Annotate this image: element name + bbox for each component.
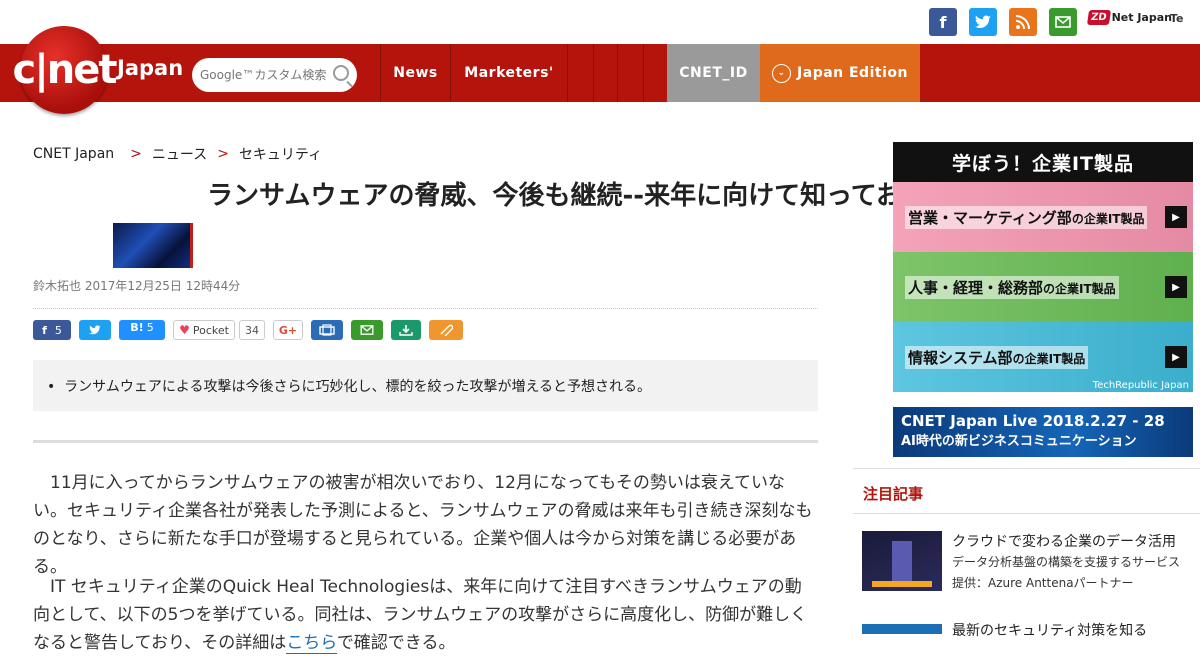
twitter-share-button[interactable] bbox=[79, 320, 111, 340]
top-social-bar: f ZD Net Japan Te bbox=[0, 0, 1200, 44]
rss-icon[interactable] bbox=[1009, 8, 1037, 36]
print-icon bbox=[319, 324, 335, 336]
sidebar-article-item[interactable]: クラウドで変わる企業のデータ活用 データ分析基盤の構築を支援するサービス 提供：… bbox=[862, 531, 1200, 591]
download-icon bbox=[399, 325, 413, 336]
play-arrow-icon[interactable]: ▶ bbox=[1165, 206, 1187, 228]
pocket-count: 34 bbox=[239, 320, 265, 340]
article-paragraph: IT セキュリティ企業のQuick Heal Technologiesは、来年に… bbox=[33, 577, 808, 654]
nav-news[interactable]: News bbox=[380, 44, 450, 102]
article-thumbnail bbox=[862, 531, 942, 591]
ad-row-it[interactable]: 情報システム部の企業IT製品 ▶ TechRepublic Japan bbox=[893, 322, 1193, 392]
play-arrow-icon[interactable]: ▶ bbox=[1165, 276, 1187, 298]
chevron-down-icon: ⌄ bbox=[772, 63, 792, 83]
pocket-icon: ♥ bbox=[179, 323, 190, 337]
techrepublic-link[interactable]: Te bbox=[1170, 12, 1184, 25]
share-bar: f5 B! 5 ♥ Pocket 34 G+ bbox=[33, 320, 471, 340]
hatena-bookmark-button[interactable]: B! 5 bbox=[119, 320, 165, 340]
ad-title: 学ぼう！企業IT製品 bbox=[893, 142, 1193, 182]
sidebar-section-title: 注目記事 bbox=[853, 468, 1200, 514]
ad-credit: TechRepublic Japan bbox=[1092, 380, 1189, 391]
article-summary: • ランサムウェアによる攻撃は今後さらに巧妙化し、標的を絞った攻撃が増えると予想… bbox=[33, 360, 818, 411]
print-button[interactable] bbox=[311, 320, 343, 340]
cnet-logo[interactable]: c|net bbox=[12, 26, 118, 114]
facebook-icon[interactable]: f bbox=[929, 8, 957, 36]
divider bbox=[33, 308, 818, 309]
search-box[interactable] bbox=[192, 58, 357, 92]
google-plus-button[interactable]: G+ bbox=[273, 320, 303, 340]
twitter-icon[interactable] bbox=[969, 8, 997, 36]
article-title: ランサムウェアの脅威、今後も継続--来年に向けて知っておくべき5つの動向 bbox=[207, 181, 1103, 211]
mail-icon bbox=[360, 325, 374, 335]
download-button[interactable] bbox=[391, 320, 421, 340]
nav-marketers[interactable]: Marketers' bbox=[450, 44, 567, 102]
article-date: 鈴木拓也 2017年12月25日 12時44分 bbox=[33, 279, 241, 293]
article-thumbnail bbox=[862, 624, 942, 634]
mail-icon[interactable] bbox=[1049, 8, 1077, 36]
nav-divider bbox=[593, 44, 617, 102]
nav-cnet-id[interactable]: CNET_ID bbox=[667, 44, 760, 102]
pocket-button[interactable]: ♥ Pocket bbox=[173, 320, 235, 340]
nav-divider bbox=[617, 44, 643, 102]
breadcrumb-home[interactable]: CNET Japan bbox=[33, 146, 114, 162]
play-arrow-icon[interactable]: ▶ bbox=[1165, 346, 1187, 368]
mail-share-button[interactable] bbox=[351, 320, 383, 340]
nav-edition[interactable]: ⌄ Japan Edition bbox=[760, 44, 920, 102]
breadcrumb-security[interactable]: セキュリティ bbox=[239, 144, 322, 164]
zdnet-japan-link[interactable]: ZD Net Japan bbox=[1086, 10, 1172, 25]
paperclip-icon bbox=[440, 324, 453, 336]
ad-row-hr[interactable]: 人事・経理・総務部の企業IT製品 ▶ bbox=[893, 252, 1193, 322]
article-link[interactable]: こちら bbox=[286, 633, 337, 654]
facebook-share-button[interactable]: f5 bbox=[33, 320, 71, 340]
facebook-icon: f bbox=[42, 323, 47, 337]
article-paragraph: 11月に入ってからランサムウェアの被害が相次いでおり、12月になってもその勢いは… bbox=[33, 473, 813, 577]
sidebar-article-title[interactable]: 最新のセキュリティ対策を知る bbox=[952, 620, 1147, 640]
twitter-icon bbox=[89, 325, 101, 335]
search-input[interactable] bbox=[198, 67, 337, 83]
article-thumbnail bbox=[113, 223, 193, 268]
zdnet-logo-icon: ZD bbox=[1086, 10, 1111, 25]
breadcrumb: CNET Japan > ニュース > セキュリティ bbox=[33, 144, 323, 164]
sidebar-ad[interactable]: 学ぼう！企業IT製品 営業・マーケティング部の企業IT製品 ▶ 人事・経理・総務… bbox=[893, 142, 1193, 392]
ad-row-sales[interactable]: 営業・マーケティング部の企業IT製品 ▶ bbox=[893, 182, 1193, 252]
nav-divider bbox=[643, 44, 667, 102]
nav-divider bbox=[567, 44, 593, 102]
divider bbox=[33, 440, 818, 443]
event-banner[interactable]: CNET Japan Live 2018.2.27 - 28 AI時代の新ビジネ… bbox=[893, 407, 1193, 457]
bullet: • bbox=[47, 379, 65, 395]
breadcrumb-news[interactable]: ニュース bbox=[152, 144, 207, 164]
clip-button[interactable] bbox=[429, 320, 463, 340]
search-icon[interactable] bbox=[333, 65, 349, 81]
logo-japan-label: Japan bbox=[117, 56, 184, 80]
hatena-icon: B! bbox=[130, 321, 144, 334]
